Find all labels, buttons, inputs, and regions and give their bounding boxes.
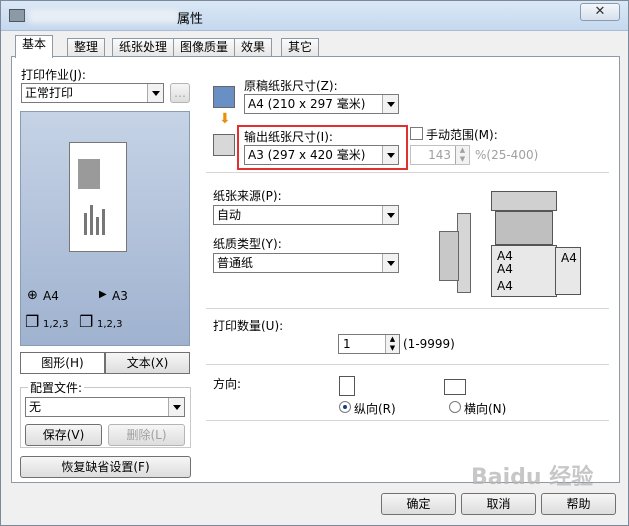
copies-spinner[interactable]: 1 ▲ ▼ bbox=[338, 334, 400, 354]
arrow-right-icon: ▶ bbox=[99, 289, 107, 300]
spinner-arrows-icon[interactable]: ▲ ▼ bbox=[455, 146, 469, 164]
paper-source-value: 自动 bbox=[217, 208, 242, 222]
properties-dialog: 属性 ✕ 基本 整理 纸张处理 图像质量 效果 其它 打印作业(J): 正常打印… bbox=[0, 0, 629, 526]
printer-icon bbox=[9, 9, 25, 22]
output-size-label: 输出纸张尺寸(I): bbox=[244, 130, 333, 144]
print-job-select[interactable]: 正常打印 bbox=[21, 83, 164, 103]
tab-basic[interactable]: 基本 bbox=[15, 35, 54, 58]
paper-type-label: 纸质类型(Y): bbox=[213, 237, 282, 251]
original-document-icon bbox=[213, 86, 235, 108]
zoom-value: 143 bbox=[428, 148, 451, 162]
output-printer-icon bbox=[213, 134, 235, 156]
landscape-radio[interactable] bbox=[449, 401, 461, 413]
copies-range: (1-9999) bbox=[403, 337, 455, 351]
paper-source-select[interactable]: 自动 bbox=[213, 205, 399, 225]
tab-image-quality[interactable]: 图像质量 bbox=[173, 38, 236, 57]
zoom-icon: ⊕ bbox=[27, 288, 38, 303]
layout-preview: ⊕ A4 ▶ A3 ❐ 1,2,3 ❐ 1,2,3 bbox=[20, 111, 190, 346]
divider bbox=[206, 364, 609, 365]
help-button[interactable]: 帮助 bbox=[541, 493, 616, 515]
chevron-down-icon bbox=[168, 398, 184, 416]
portrait-radio[interactable] bbox=[339, 401, 351, 413]
config-select[interactable]: 无 bbox=[25, 397, 185, 417]
uncollate-pages: 1,2,3 bbox=[97, 319, 123, 330]
config-value: 无 bbox=[29, 400, 42, 414]
print-job-more-button[interactable]: … bbox=[170, 83, 190, 103]
manual-range-label: 手动范围(M): bbox=[426, 128, 498, 142]
close-button[interactable]: ✕ bbox=[580, 3, 620, 21]
original-size-select[interactable]: A4 (210 x 297 毫米) bbox=[244, 94, 399, 114]
divider bbox=[206, 420, 609, 421]
output-size-select[interactable]: A3 (297 x 420 毫米) bbox=[244, 145, 399, 165]
copies-value: 1 bbox=[343, 337, 351, 351]
tray-3-label: A4 bbox=[497, 279, 513, 293]
restore-defaults-button[interactable]: 恢复缺省设置(F) bbox=[20, 456, 191, 478]
original-size-value: A4 (210 x 297 毫米) bbox=[248, 97, 366, 111]
tray-4-label: A4 bbox=[561, 251, 577, 265]
output-size-value: A3 (297 x 420 毫米) bbox=[248, 148, 366, 162]
zoom-spinner[interactable]: 143 ▲ ▼ bbox=[410, 145, 470, 165]
tab-finishing[interactable]: 整理 bbox=[67, 38, 106, 57]
original-size-label: 原稿纸张尺寸(Z): bbox=[244, 79, 338, 93]
print-job-label: 打印作业(J): bbox=[21, 68, 86, 82]
copies-label: 打印数量(U): bbox=[213, 319, 284, 333]
preview-output-size: A3 bbox=[112, 289, 128, 303]
portrait-icon bbox=[339, 376, 355, 396]
landscape-icon bbox=[444, 379, 466, 395]
config-label: 配置文件: bbox=[28, 379, 85, 396]
tray-2-label: A4 bbox=[497, 262, 513, 276]
print-job-value: 正常打印 bbox=[25, 86, 74, 100]
landscape-label: 横向(N) bbox=[464, 402, 507, 416]
chevron-down-icon bbox=[382, 95, 398, 113]
title-bar: 属性 ✕ bbox=[1, 1, 628, 31]
window-title: 属性 bbox=[177, 12, 204, 27]
paper-type-value: 普通纸 bbox=[217, 256, 254, 270]
uncollate-icon: ❐ bbox=[79, 312, 94, 331]
paper-preview-icon bbox=[69, 142, 127, 252]
tab-other[interactable]: 其它 bbox=[281, 38, 320, 57]
copier-illustration: A4 A4 A4 A4 bbox=[439, 191, 581, 297]
save-config-button[interactable]: 保存(V) bbox=[25, 424, 102, 446]
ok-button[interactable]: 确定 bbox=[381, 493, 456, 515]
chevron-down-icon bbox=[382, 146, 398, 164]
divider bbox=[206, 172, 609, 173]
preview-original-size: A4 bbox=[43, 289, 59, 303]
baidu-watermark: Baidu 经验 bbox=[471, 465, 594, 490]
view-graphic-button[interactable]: 图形(H) bbox=[20, 352, 105, 374]
cancel-button[interactable]: 取消 bbox=[461, 493, 536, 515]
paper-type-select[interactable]: 普通纸 bbox=[213, 253, 399, 273]
orientation-label: 方向: bbox=[213, 377, 242, 391]
chevron-down-icon bbox=[147, 84, 163, 102]
paper-source-label: 纸张来源(P): bbox=[213, 189, 282, 203]
delete-config-button[interactable]: 删除(L) bbox=[108, 424, 185, 446]
tray-1-label: A4 bbox=[497, 249, 513, 263]
manual-range-checkbox[interactable] bbox=[410, 127, 423, 140]
collate-icon: ❐ bbox=[25, 312, 40, 331]
tab-effect[interactable]: 效果 bbox=[234, 38, 273, 57]
divider bbox=[206, 308, 609, 309]
title-blurred bbox=[29, 9, 179, 23]
portrait-label: 纵向(R) bbox=[354, 402, 396, 416]
collate-pages: 1,2,3 bbox=[43, 319, 69, 330]
tab-paper-handling[interactable]: 纸张处理 bbox=[112, 38, 175, 57]
spinner-arrows-icon[interactable]: ▲ ▼ bbox=[385, 335, 399, 353]
chevron-down-icon bbox=[382, 206, 398, 224]
arrow-down-icon: ⬇ bbox=[219, 111, 231, 127]
view-text-button[interactable]: 文本(X) bbox=[105, 352, 190, 374]
zoom-range: %(25-400) bbox=[475, 148, 539, 162]
chevron-down-icon bbox=[382, 254, 398, 272]
